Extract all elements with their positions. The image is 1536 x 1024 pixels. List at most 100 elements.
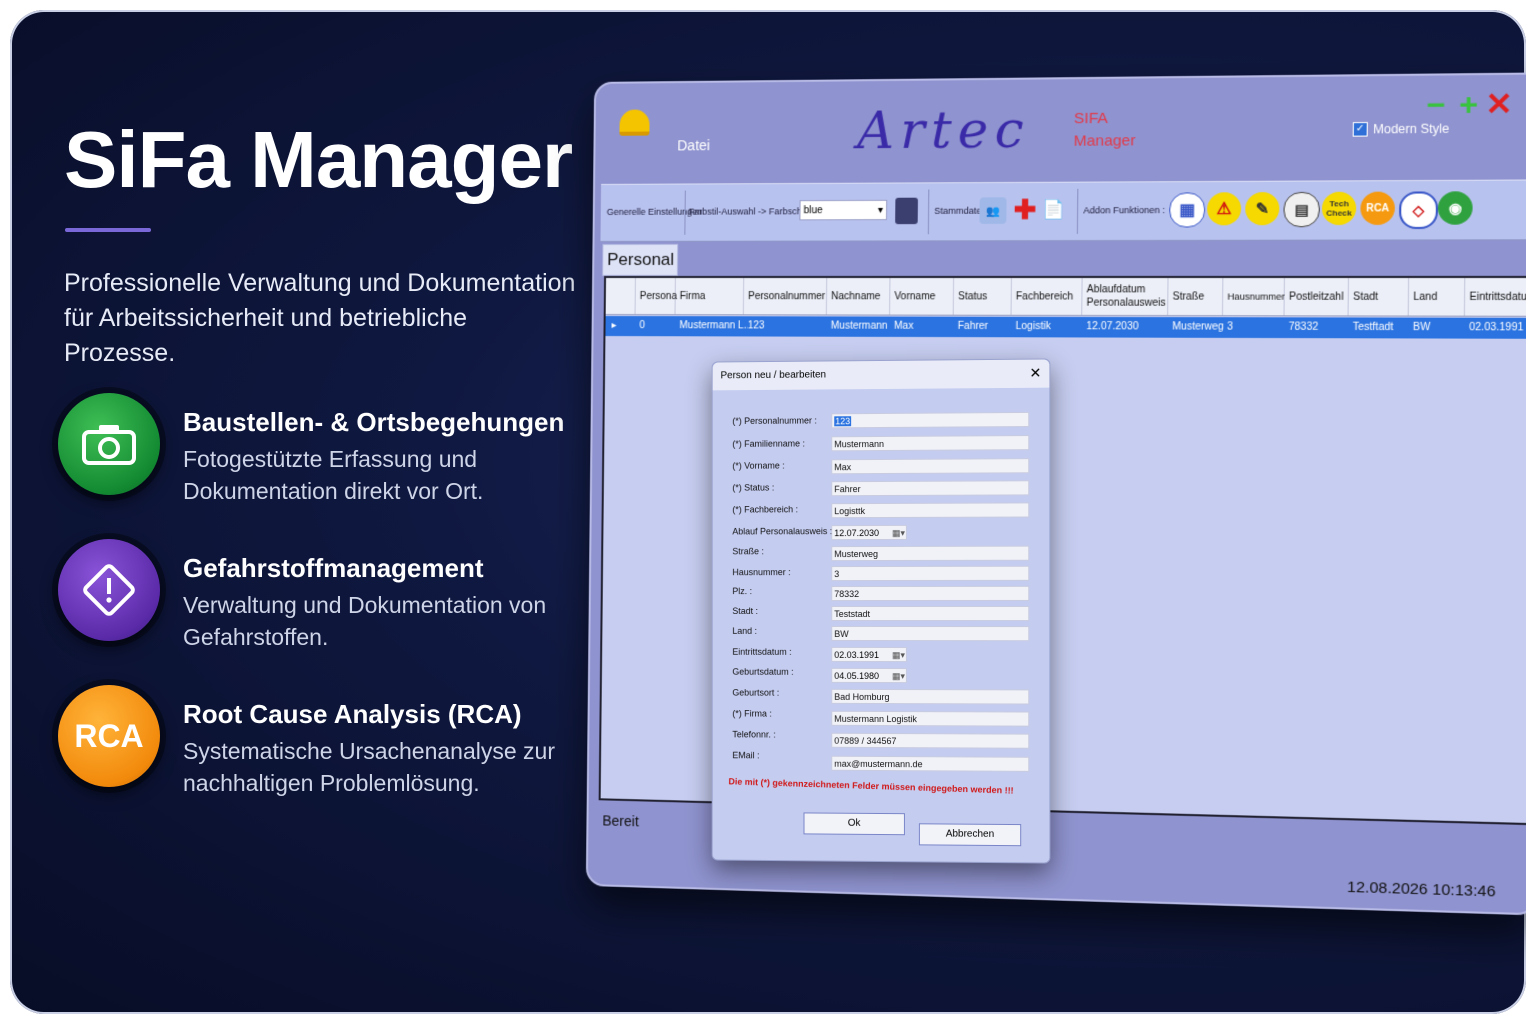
field-label: (*) Firma :: [732, 708, 772, 719]
column-header[interactable]: Land: [1408, 277, 1466, 316]
familienname-input[interactable]: Mustermann: [831, 435, 1030, 452]
feature-title: Root Cause Analysis (RCA): [183, 699, 522, 729]
table-cell[interactable]: 123: [744, 316, 831, 336]
menu-datei[interactable]: Datei: [677, 137, 710, 153]
toolbar: Generelle Einstellungen Farbstil-Auswahl…: [600, 179, 1526, 242]
checkbox-checked-icon[interactable]: ✓: [1352, 122, 1368, 137]
toolbar-separator: [1076, 188, 1079, 234]
row-pointer-icon: ▸: [611, 320, 617, 332]
table-cell[interactable]: Mustermann: [827, 316, 895, 336]
column-header[interactable]: Personalnummer: [743, 277, 828, 315]
document-icon[interactable]: 📄: [1037, 193, 1071, 226]
tools-icon[interactable]: ✎: [1245, 192, 1280, 226]
geburtsort-input[interactable]: Bad Homburg: [831, 688, 1030, 705]
feature-title: Gefahrstoffmanagement: [183, 553, 484, 583]
close-icon[interactable]: ✕: [1030, 365, 1042, 381]
column-header[interactable]: Vorname: [890, 277, 955, 315]
feature-desc: Verwaltung und Dokumentation von Gefahrs…: [183, 592, 547, 650]
table-cell[interactable]: 3: [1223, 317, 1289, 338]
column-header[interactable]: Persona: [635, 277, 677, 315]
column-header[interactable]: Postleitzahl: [1284, 277, 1350, 316]
person-edit-dialog: Person neu / bearbeiten ✕ (*) Personalnu…: [711, 358, 1051, 864]
hausnummer-input[interactable]: 3: [831, 565, 1030, 582]
field-label: Hausnummer :: [732, 567, 791, 578]
clock-readout: 12.08.2026 10:13:46: [1346, 878, 1496, 901]
table-cell[interactable]: Fahrer: [953, 317, 1015, 338]
artec-logo: Artec: [856, 100, 1031, 161]
close-icon[interactable]: ✕: [1485, 87, 1513, 122]
column-header[interactable]: Hausnummer: [1222, 277, 1285, 316]
table-cell[interactable]: Mustermann L...: [675, 316, 748, 336]
row-header-corner: [605, 277, 636, 315]
table-cell[interactable]: 78332: [1284, 317, 1353, 338]
geburtsdatum-date-picker[interactable]: 04.05.1980: [831, 667, 907, 684]
camera-icon[interactable]: ◉: [1437, 191, 1473, 225]
column-header[interactable]: Eintrittsdatum: [1465, 278, 1526, 316]
table-cell[interactable]: 02.03.1991: [1465, 318, 1526, 339]
users-icon[interactable]: 👥: [979, 197, 1007, 224]
land-input[interactable]: BW: [831, 625, 1030, 642]
color-scheme-select[interactable]: blue: [799, 199, 888, 221]
eintrittsdatum-date-picker[interactable]: 02.03.1991: [831, 646, 907, 663]
techcheck-icon[interactable]: Tech Check: [1321, 191, 1357, 226]
column-header[interactable]: Nachname: [826, 277, 891, 315]
table-cell[interactable]: Max: [890, 317, 958, 338]
field-label: (*) Status :: [732, 482, 775, 493]
vorname-input[interactable]: Max: [831, 458, 1030, 475]
ok-button[interactable]: Ok: [803, 812, 905, 836]
feature-desc: Fotogestützte Erfassung und Dokumentatio…: [183, 446, 484, 504]
field-label: Straße :: [732, 546, 764, 557]
field-label: Stadt :: [732, 606, 759, 616]
strasse-input[interactable]: Musterweg: [831, 545, 1030, 562]
minimize-icon[interactable]: −: [1426, 88, 1445, 123]
table-cell[interactable]: Musterweg: [1168, 317, 1227, 338]
dialog-title-text: Person neu / bearbeiten: [720, 369, 827, 382]
feature-title: Baustellen- & Ortsbegehungen: [183, 407, 565, 437]
required-note: Die mit (*) gekennzeichneten Felder müss…: [728, 776, 1014, 796]
personalnummer-input[interactable]: 123: [831, 411, 1030, 429]
column-header[interactable]: Ablaufdatum Personalausweis: [1082, 277, 1169, 316]
modern-style-label: Modern Style: [1373, 121, 1450, 137]
feature-site-inspection: Baustellen- & Ortsbegehungen Fotogestütz…: [58, 393, 578, 504]
table-row[interactable]: ▸ 0 Mustermann L... 123 Mustermann Max F…: [605, 316, 1526, 339]
field-label: Telefonnr. :: [732, 729, 776, 740]
personalnummer-value: 123: [834, 416, 852, 427]
ablauf-date-picker[interactable]: 12.07.2030: [831, 524, 907, 541]
fachbereich-input[interactable]: Logisttk: [831, 502, 1030, 519]
helmet-icon: [619, 109, 650, 136]
column-header[interactable]: Stadt: [1348, 277, 1410, 316]
table-cell[interactable]: Testftadt: [1348, 317, 1413, 338]
field-label: Geburtsdatum :: [732, 666, 794, 677]
warning-icon[interactable]: ⚠: [1207, 192, 1242, 226]
field-label: (*) Vorname :: [732, 460, 785, 471]
email-input[interactable]: max@mustermann.de: [831, 755, 1030, 772]
plz-input[interactable]: 78332: [831, 585, 1030, 602]
modern-style-toggle[interactable]: ✓ Modern Style: [1352, 121, 1450, 137]
field-label: Land :: [732, 625, 758, 636]
telefon-input[interactable]: 07889 / 344567: [831, 732, 1030, 749]
table-cell[interactable]: Logistik: [1011, 317, 1086, 338]
table-cell[interactable]: BW: [1409, 318, 1470, 339]
grid-icon[interactable]: ▦: [1169, 192, 1206, 228]
maximize-icon[interactable]: +: [1459, 88, 1478, 123]
cancel-button[interactable]: Abbrechen: [918, 823, 1022, 847]
save-icon[interactable]: [895, 197, 918, 225]
dialog-title: Person neu / bearbeiten ✕: [712, 359, 1050, 391]
column-header[interactable]: Straße: [1168, 277, 1224, 316]
table-header: Persona Firma Personalnummer Nachname Vo…: [605, 277, 1526, 317]
hazard-diamond-icon[interactable]: ◇: [1398, 191, 1439, 230]
toolbar-separator: [927, 189, 930, 235]
stadt-input[interactable]: Teststadt: [831, 605, 1030, 622]
table-cell[interactable]: 0: [635, 316, 679, 336]
column-header[interactable]: Fachbereich: [1011, 277, 1083, 315]
tab-personal[interactable]: Personal: [602, 243, 679, 276]
column-header[interactable]: Status: [953, 277, 1012, 315]
building-icon[interactable]: ▤: [1283, 191, 1320, 228]
firma-input[interactable]: Mustermann Logistik: [831, 710, 1030, 727]
field-label: (*) Personalnummer :: [732, 415, 817, 427]
column-header[interactable]: Firma: [675, 277, 745, 315]
status-input[interactable]: Fahrer: [831, 480, 1030, 497]
table-cell[interactable]: 12.07.2030: [1082, 317, 1172, 338]
addon-label: Addon Funktionen :: [1083, 204, 1166, 216]
rca-button[interactable]: RCA: [1360, 191, 1396, 225]
